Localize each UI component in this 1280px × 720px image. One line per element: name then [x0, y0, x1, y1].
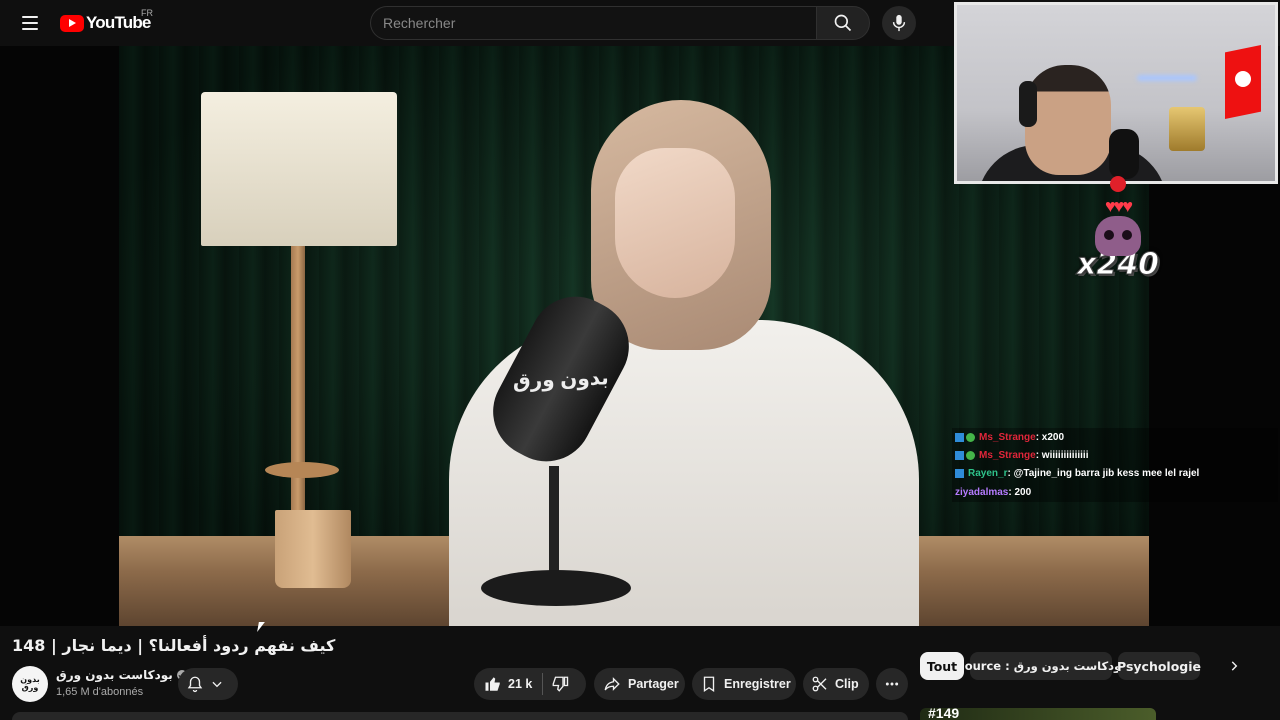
- bell-icon: [187, 676, 203, 693]
- chat-message: ziyadalmas : 200: [952, 483, 1278, 501]
- youtube-play-icon: [60, 14, 84, 32]
- save-label: Enregistrer: [724, 677, 791, 691]
- next-video-thumbnail[interactable]: #149: [920, 708, 1156, 720]
- emote-icon: [1095, 216, 1141, 256]
- wall-light: [1137, 75, 1197, 81]
- sub-badge-icon: [966, 451, 975, 461]
- microphone-icon: [892, 14, 906, 32]
- mic-base: [481, 570, 631, 606]
- subscriber-count: 1,65 M d'abonnés: [56, 686, 144, 698]
- chat-message: Rayen_r : @Tajine_ing barra jib kess mee…: [952, 465, 1278, 483]
- chat-username: ziyadalmas: [955, 486, 1009, 498]
- youtube-logo[interactable]: YouTube FR: [60, 8, 153, 36]
- face: [615, 148, 735, 298]
- save-button[interactable]: Enregistrer: [692, 668, 796, 700]
- chat-text: : x200: [1035, 431, 1065, 443]
- headset: [1019, 81, 1037, 127]
- chat-username: Ms_Strange: [979, 431, 1036, 443]
- notifications-button[interactable]: [178, 668, 238, 700]
- region-code: FR: [141, 8, 153, 18]
- bookmark-icon: [703, 676, 715, 693]
- trophy: [1169, 107, 1205, 151]
- streamer-head: [1025, 65, 1111, 175]
- mouse-cursor: [257, 622, 265, 632]
- chat-message: Ms_Strange : wiiiiiiiiiiiiii: [952, 446, 1278, 464]
- chevron-right-icon: [1231, 661, 1238, 671]
- chat-username: Ms_Strange: [979, 450, 1036, 462]
- thumbs-down-icon[interactable]: [551, 675, 569, 693]
- streamer-mic: [1109, 129, 1139, 179]
- red-dot: [1110, 176, 1126, 192]
- share-icon: [604, 677, 620, 691]
- search-button[interactable]: [816, 6, 870, 40]
- search-input[interactable]: Rechercher: [370, 6, 816, 40]
- chip-psychologie[interactable]: Psychologie: [1117, 652, 1201, 680]
- clip-label: Clip: [835, 677, 859, 691]
- chat-message: Ms_Strange : x200: [952, 428, 1278, 446]
- streamer-webcam: [954, 2, 1278, 184]
- chat-text: : wiiiiiiiiiiiiii: [1035, 450, 1089, 462]
- channel-name-text: بودكاست بدون ورق: [56, 668, 173, 682]
- mic-logo: بدون ورق: [512, 366, 610, 393]
- channel-avatar[interactable]: بدون ورق: [12, 666, 48, 702]
- tunisia-flag: [1225, 45, 1261, 119]
- share-button[interactable]: Partager: [594, 668, 685, 700]
- avatar-text: بدون ورق: [20, 675, 40, 692]
- channel-name[interactable]: بودكاست بدون ورق: [56, 668, 187, 682]
- chat-badges: [955, 469, 964, 479]
- chevron-down-icon: [212, 681, 222, 688]
- thumbs-up-icon[interactable]: [484, 675, 502, 693]
- platform-badge-icon: [955, 469, 964, 479]
- mic-stand: [549, 466, 559, 576]
- description-box[interactable]: [12, 712, 908, 720]
- platform-badge-icon: [955, 432, 964, 442]
- chat-badges: [955, 451, 975, 461]
- chat-text: : 200: [1008, 486, 1032, 498]
- menu-icon[interactable]: [14, 8, 46, 38]
- search-icon: [834, 14, 852, 32]
- like-count[interactable]: 21 k: [508, 677, 532, 691]
- video-title: 148 | كيف نفهم ردود أفعالنا؟ | ديما نجار: [12, 636, 336, 655]
- share-label: Partager: [628, 677, 679, 691]
- like-divider: [542, 673, 544, 695]
- like-dislike-group: 21 k: [474, 668, 586, 700]
- chips-next-button[interactable]: [1220, 652, 1248, 680]
- clip-button[interactable]: Clip: [803, 668, 869, 700]
- chat-text: : @Tajine_ing barra jib kess mee lel raj…: [1007, 468, 1200, 480]
- next-thumb-text: #149: [928, 708, 960, 720]
- more-actions-button[interactable]: [876, 668, 908, 700]
- chat-overlay: Ms_Strange : x200 Ms_Strange : wiiiiiiiii…: [952, 428, 1278, 502]
- more-horizontal-icon: [885, 682, 899, 686]
- voice-search-button[interactable]: [882, 6, 916, 40]
- scissors-icon: [812, 676, 827, 692]
- chat-badges: [955, 432, 975, 442]
- lamp-pole: [291, 246, 305, 546]
- search-placeholder: Rechercher: [383, 15, 456, 31]
- reward-badge: ♥♥♥ x240: [1076, 176, 1160, 292]
- platform-badge-icon: [955, 451, 964, 461]
- paper-cup: [275, 510, 351, 588]
- chat-username: Rayen_r: [968, 468, 1008, 480]
- lamp-disc: [265, 462, 339, 478]
- chip-source[interactable]: Source : بودكاست بدون ورق: [956, 652, 1126, 680]
- lamp-shade: [201, 92, 397, 246]
- hearts-icon: ♥♥♥: [1104, 196, 1133, 216]
- sub-badge-icon: [966, 432, 975, 442]
